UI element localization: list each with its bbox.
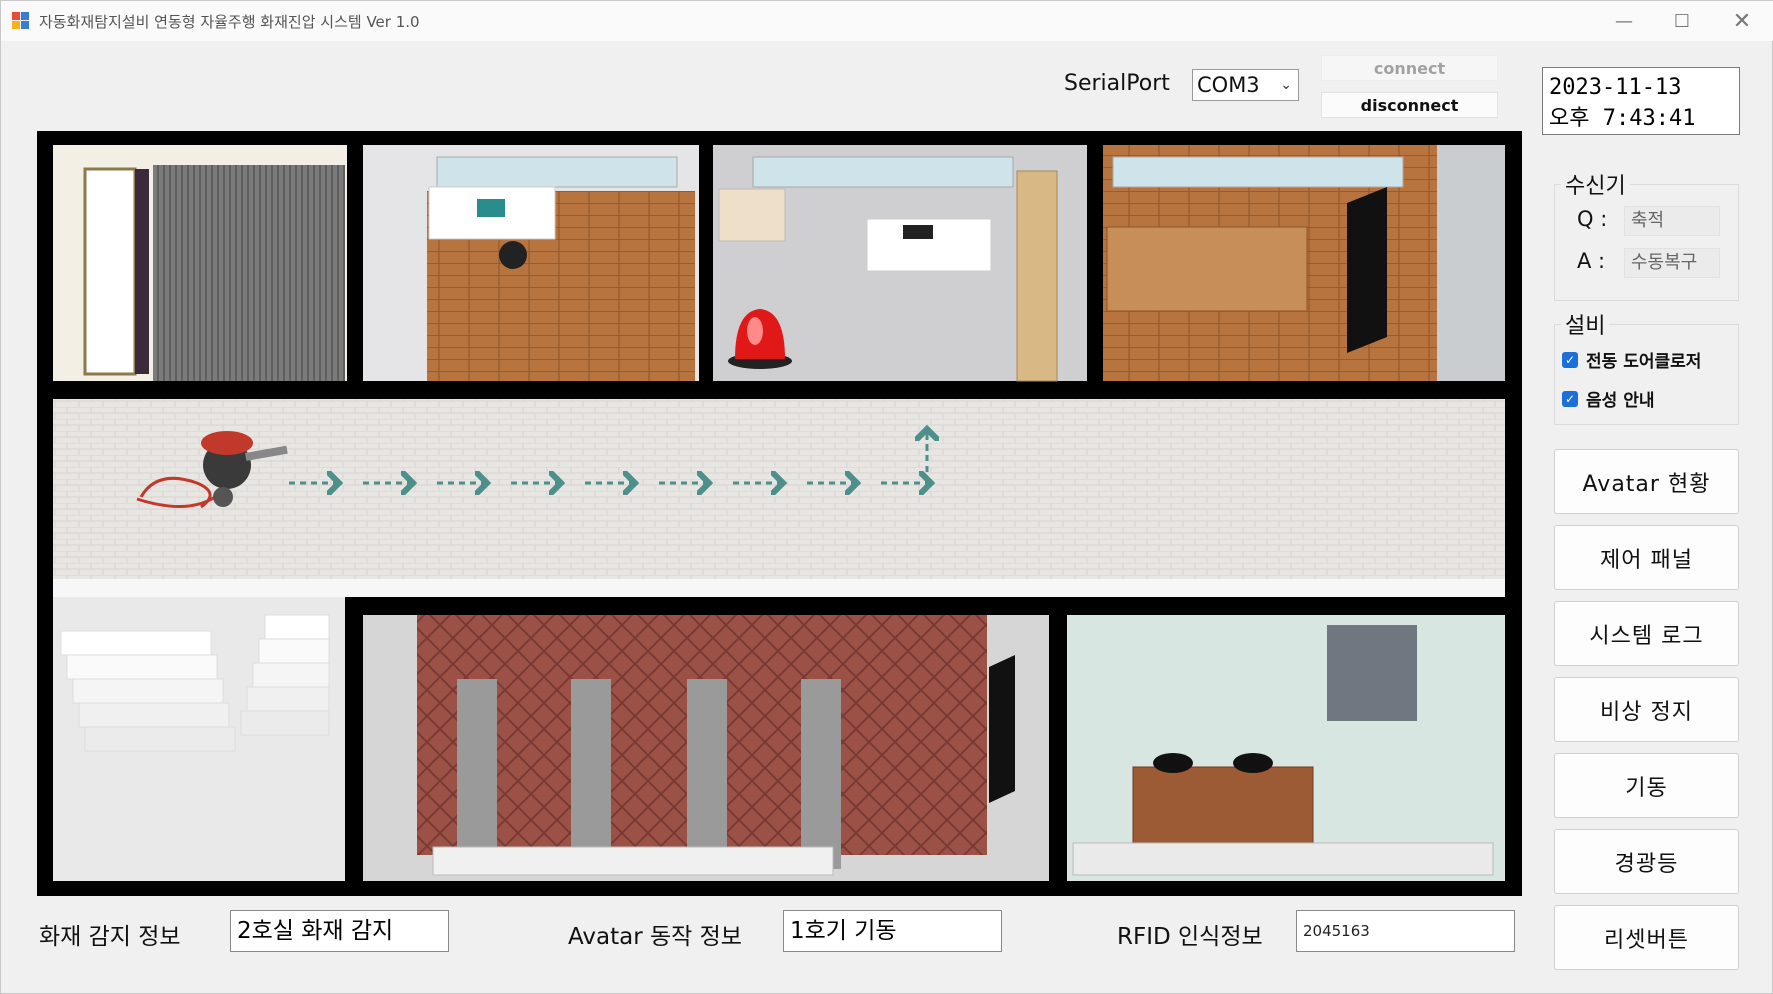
disconnect-button[interactable]: disconnect <box>1321 92 1498 118</box>
avatar-action-field[interactable]: 1호기 기동 <box>783 910 1002 952</box>
datetime-display: 2023-11-13 오후 7:43:41 <box>1542 67 1740 135</box>
checkmark-icon: ✓ <box>1562 390 1578 407</box>
checkmark-icon: ✓ <box>1562 351 1578 368</box>
corridor <box>53 399 1505 597</box>
voice-guide-label: 음성 안내 <box>1586 391 1655 411</box>
receiver-group <box>1554 184 1739 301</box>
room-kitchen <box>1067 615 1505 881</box>
rfid-label: RFID 인식정보 <box>1117 924 1263 950</box>
system-log-button[interactable]: 시스템 로그 <box>1554 601 1739 666</box>
avatar-action-label: Avatar 동작 정보 <box>568 924 742 950</box>
equipment-title: 설비 <box>1561 308 1610 340</box>
serialport-label: SerialPort <box>1064 71 1170 96</box>
q-label: Q : <box>1577 207 1608 231</box>
room-computer-lab <box>363 615 1049 881</box>
fire-detection-field[interactable]: 2호실 화재 감지 <box>230 910 449 952</box>
connect-button[interactable]: connect <box>1321 55 1498 81</box>
chevron-down-icon: ⌄ <box>1280 77 1292 93</box>
warning-light-button[interactable]: 경광등 <box>1554 829 1739 894</box>
time-text: 오후 7:43:41 <box>1549 106 1696 131</box>
fire-detection-label: 화재 감지 정보 <box>39 924 181 950</box>
a-label: A : <box>1577 249 1606 273</box>
serialport-select[interactable]: COM3 ⌄ <box>1192 69 1299 101</box>
voice-guide-checkbox[interactable]: ✓ 음성 안내 <box>1562 386 1654 411</box>
start-button[interactable]: 기동 <box>1554 753 1739 818</box>
title-bar: 자동화재탐지설비 연동형 자율주행 화재진압 시스템 Ver 1.0 — ☐ ✕ <box>1 1 1773 41</box>
avatar-status-button[interactable]: Avatar 현황 <box>1554 449 1739 514</box>
window-title: 자동화재탐지설비 연동형 자율주행 화재진압 시스템 Ver 1.0 <box>39 12 420 31</box>
room-office-1 <box>363 145 699 381</box>
minimize-icon[interactable]: — <box>1595 1 1653 41</box>
a-value-field: 수동복구 <box>1624 248 1720 278</box>
rfid-field[interactable]: 2045163 <box>1296 910 1515 952</box>
door-closer-checkbox[interactable]: ✓ 전동 도어클로저 <box>1562 347 1701 372</box>
reset-button[interactable]: 리셋버튼 <box>1554 905 1739 970</box>
room-office-2 <box>713 145 1087 382</box>
app-icon <box>12 12 30 30</box>
close-icon[interactable]: ✕ <box>1713 1 1771 41</box>
app-window: 자동화재탐지설비 연동형 자율주행 화재진압 시스템 Ver 1.0 — ☐ ✕… <box>0 0 1773 994</box>
room-meeting <box>1103 145 1505 381</box>
date-text: 2023-11-13 <box>1549 75 1682 100</box>
stairs <box>53 597 345 881</box>
emergency-stop-button[interactable]: 비상 정지 <box>1554 677 1739 742</box>
q-value-field: 축적 <box>1624 206 1720 236</box>
receiver-title: 수신기 <box>1561 168 1630 200</box>
control-panel-button[interactable]: 제어 패널 <box>1554 525 1739 590</box>
maximize-icon[interactable]: ☐ <box>1653 1 1711 41</box>
floor-plan <box>37 131 1522 896</box>
door-closer-label: 전동 도어클로저 <box>1586 352 1702 372</box>
serialport-value: COM3 <box>1197 73 1260 97</box>
room-entrance <box>53 145 347 381</box>
